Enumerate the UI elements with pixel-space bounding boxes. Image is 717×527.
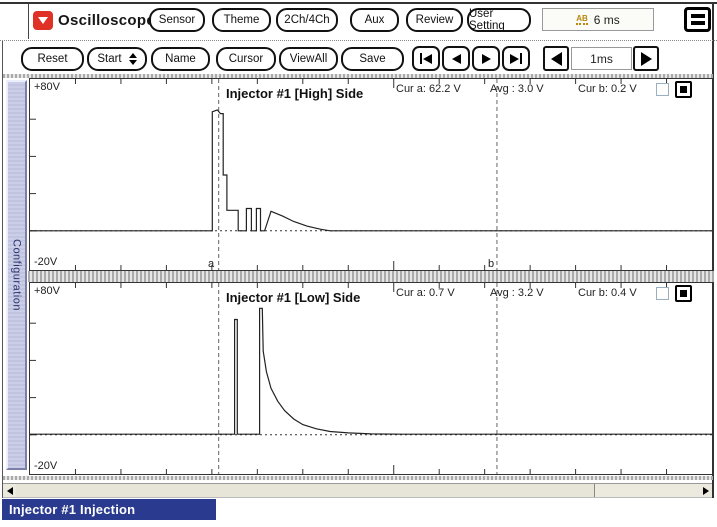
cursor-b-readout: Cur b: 0.4 V (578, 287, 637, 299)
avg-readout: Avg : 3.2 V (490, 287, 544, 299)
user-setting-button[interactable]: User Setting (467, 8, 531, 32)
y-max-label: +80V (34, 81, 60, 93)
save-button[interactable]: Save (341, 47, 404, 71)
waveform-plot (30, 283, 712, 474)
waveform-plot (30, 79, 712, 270)
name-button[interactable]: Name (151, 47, 210, 71)
timebase-increase-button[interactable] (633, 46, 659, 71)
sensor-button[interactable]: Sensor (149, 8, 205, 32)
status-badge: Injector #1 Injection (2, 499, 216, 520)
chart-title: Injector #1 [High] Side (226, 86, 363, 101)
review-button[interactable]: Review (406, 8, 463, 32)
cursor-a-readout: Cur a: 62.2 V (396, 83, 461, 95)
time-measure-display[interactable]: AB 6 ms (542, 8, 654, 31)
arrow-left-icon (7, 487, 13, 495)
cursor-b-readout: Cur b: 0.2 V (578, 83, 637, 95)
channel-mode-button[interactable]: 2Ch/4Ch (276, 8, 338, 32)
timebase-value: 1ms (571, 47, 632, 70)
menu-icon (691, 14, 705, 18)
skip-start-button[interactable] (412, 46, 440, 71)
skip-end-button[interactable] (502, 46, 530, 71)
skip-end-icon (510, 54, 519, 64)
scroll-right-button[interactable] (699, 484, 712, 497)
arrow-right-icon (703, 487, 709, 495)
reset-button[interactable]: Reset (21, 47, 84, 71)
cursor-a-label[interactable]: a (208, 258, 214, 270)
channel-checkbox-unchecked[interactable] (656, 287, 669, 300)
app-title: Oscilloscope (58, 12, 155, 29)
cursor-a-readout: Cur a: 0.7 V (396, 287, 455, 299)
chart-divider (28, 271, 714, 282)
time-measure-value: 6 ms (594, 13, 620, 27)
channel-checkbox-checked[interactable] (675, 285, 692, 302)
step-forward-icon (482, 54, 491, 64)
sidebar-tab-configuration[interactable]: Configuration (6, 80, 27, 470)
skip-start-icon (420, 53, 422, 64)
step-back-icon (452, 54, 461, 64)
arrow-left-icon (551, 52, 562, 66)
avg-readout: Avg : 3.0 V (490, 83, 544, 95)
app-dropdown-icon[interactable] (33, 11, 53, 30)
header-left-border (28, 4, 29, 39)
cursor-button[interactable]: Cursor (216, 47, 276, 71)
y-min-label: -20V (34, 256, 57, 268)
window-top-border (0, 2, 717, 4)
aux-button[interactable]: Aux (350, 8, 399, 32)
chart-title: Injector #1 [Low] Side (226, 290, 360, 305)
window-left-border (2, 40, 3, 498)
channel-checkbox-checked[interactable] (675, 81, 692, 98)
theme-button[interactable]: Theme (212, 8, 271, 32)
scrollbar-thumb[interactable] (16, 484, 595, 497)
chart-scrollbar-divider (3, 476, 713, 480)
start-button[interactable]: Start (87, 47, 147, 71)
ab-measure-icon: AB (576, 15, 588, 25)
menu-button[interactable] (684, 7, 711, 32)
arrow-right-icon (641, 52, 652, 66)
horizontal-scrollbar[interactable] (3, 483, 712, 498)
channel-checkbox-unchecked[interactable] (656, 83, 669, 96)
caret-down-icon (38, 17, 48, 24)
y-max-label: +80V (34, 285, 60, 297)
cursor-b-label[interactable]: b (488, 258, 494, 270)
step-back-button[interactable] (442, 46, 470, 71)
viewall-button[interactable]: ViewAll (279, 47, 338, 71)
step-forward-button[interactable] (472, 46, 500, 71)
timebase-decrease-button[interactable] (543, 46, 569, 71)
y-min-label: -20V (34, 460, 57, 472)
start-spinner-icon (129, 53, 137, 65)
scroll-left-button[interactable] (3, 484, 16, 497)
header-separator (0, 40, 717, 41)
chart-low-side[interactable]: +80V -20V Injector #1 [Low] Side Cur a: … (29, 282, 713, 475)
chart-high-side[interactable]: +80V -20V Injector #1 [High] Side Cur a:… (29, 78, 713, 271)
